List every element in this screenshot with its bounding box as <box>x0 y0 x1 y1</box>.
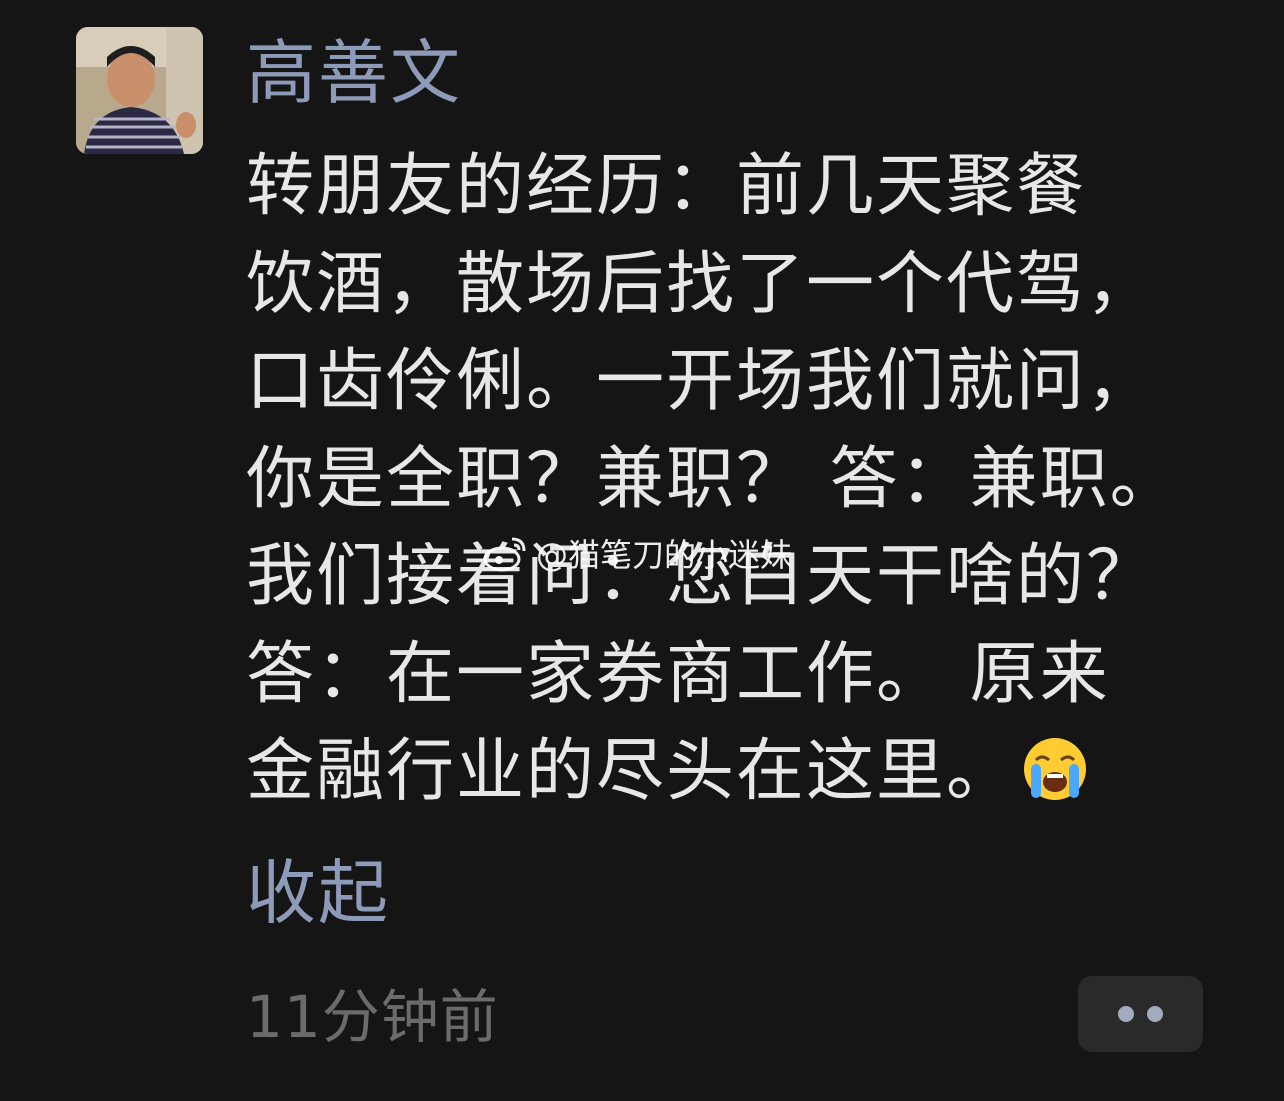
loudly-crying-face-icon <box>1024 738 1087 800</box>
more-button[interactable] <box>1078 976 1203 1052</box>
author-name[interactable]: 高善文 <box>246 30 462 116</box>
watermark: @猫笔刀的小迷妹 <box>482 530 792 576</box>
more-dots-icon <box>1147 1006 1163 1022</box>
content-line: 你是全职？兼职？ 答：兼职。 <box>246 439 1180 519</box>
content-line-last: 金融行业的尽头在这里。 <box>246 723 1206 821</box>
collapse-button[interactable]: 收起 <box>246 850 390 936</box>
avatar-photo-icon <box>76 27 203 154</box>
content-line-text: 金融行业的尽头在这里。 <box>246 732 1017 811</box>
more-dots-icon <box>1118 1006 1134 1022</box>
watermark-text: @猫笔刀的小迷妹 <box>536 536 793 574</box>
comment-content: 转朋友的经历：前几天聚餐 饮酒，散场后找了一个代驾， 口齿伶俐。一开场我们就问，… <box>246 138 1206 821</box>
content-line: 答：在一家券商工作。 原来 <box>246 634 1110 714</box>
weibo-logo-icon <box>483 537 526 572</box>
content-line: 转朋友的经历：前几天聚餐 <box>246 147 1087 226</box>
content-line: 饮酒，散场后找了一个代驾， <box>246 244 1157 324</box>
content-line: 口齿伶俐。一开场我们就问， <box>246 342 1157 421</box>
avatar[interactable] <box>76 27 203 154</box>
timestamp: 11分钟前 <box>246 983 499 1051</box>
weibo-comment-screen: 高善文 转朋友的经历：前几天聚餐 饮酒，散场后找了一个代驾， 口齿伶俐。一开场我… <box>0 0 1284 1101</box>
